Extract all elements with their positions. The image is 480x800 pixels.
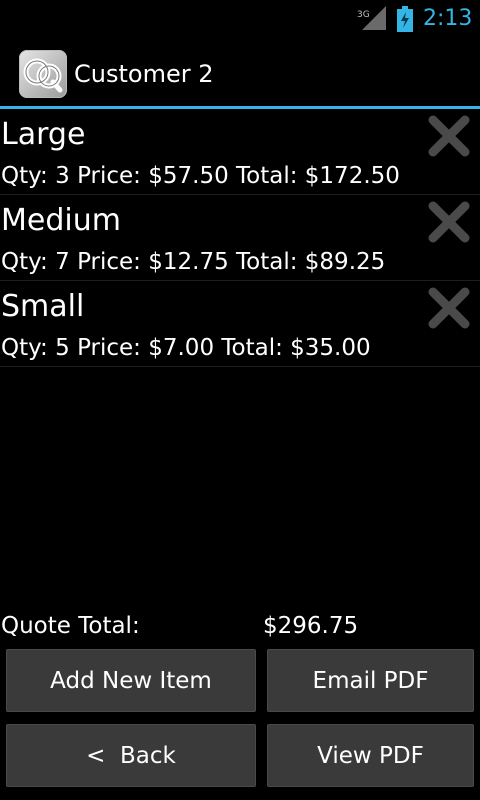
item-name: Small	[1, 289, 85, 324]
email-pdf-button[interactable]: Email PDF	[267, 649, 474, 712]
quote-total-value: $296.75	[263, 613, 359, 639]
quote-item-list: Large Qty: 3 Price: $57.50 Total: $172.5…	[0, 109, 480, 367]
cq-logo-glyph	[23, 58, 63, 93]
close-x-icon[interactable]	[424, 111, 474, 161]
back-button[interactable]: < Back	[6, 724, 256, 787]
close-x-icon[interactable]	[424, 197, 474, 247]
view-pdf-button[interactable]: View PDF	[267, 724, 474, 787]
status-clock: 2:13	[423, 6, 473, 31]
battery-charging-icon	[397, 6, 413, 32]
list-item[interactable]: Large Qty: 3 Price: $57.50 Total: $172.5…	[0, 109, 480, 195]
list-item[interactable]: Medium Qty: 7 Price: $12.75 Total: $89.2…	[0, 195, 480, 281]
item-details: Qty: 3 Price: $57.50 Total: $172.50	[1, 163, 400, 189]
list-item[interactable]: Small Qty: 5 Price: $7.00 Total: $35.00	[0, 281, 480, 367]
svg-text:3G: 3G	[357, 10, 370, 20]
action-bar: Customer 2	[0, 38, 480, 106]
close-x-icon[interactable]	[424, 283, 474, 333]
add-new-item-button[interactable]: Add New Item	[6, 649, 256, 712]
page-title: Customer 2	[74, 60, 214, 88]
item-details: Qty: 5 Price: $7.00 Total: $35.00	[1, 335, 371, 361]
quote-total-label: Quote Total:	[1, 613, 140, 639]
item-name: Medium	[1, 203, 121, 238]
status-bar: 3G 2:13	[0, 0, 480, 38]
item-name: Large	[1, 117, 86, 152]
item-details: Qty: 7 Price: $12.75 Total: $89.25	[1, 249, 386, 275]
cq-app-icon[interactable]	[19, 50, 67, 98]
signal-3g-icon: 3G	[357, 6, 386, 30]
